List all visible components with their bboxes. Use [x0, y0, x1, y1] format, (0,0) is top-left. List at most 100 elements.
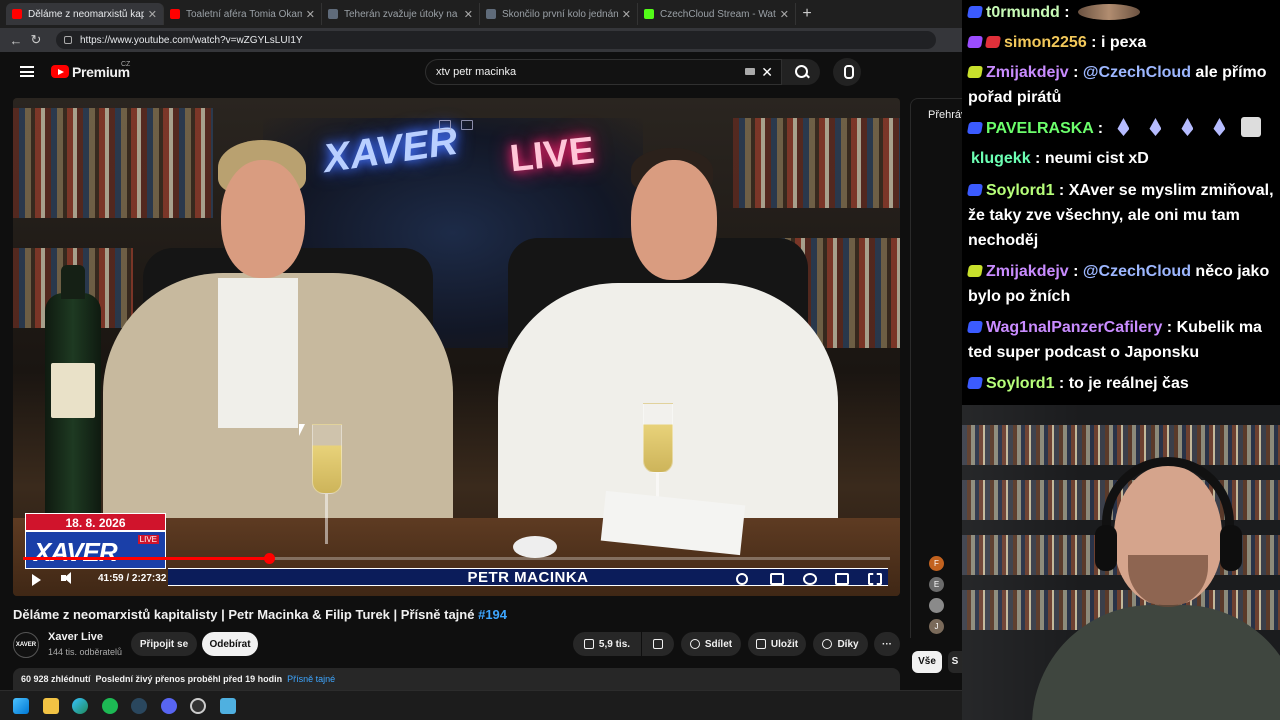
chat-username[interactable]: simon2256: [1004, 34, 1087, 51]
cast-icon[interactable]: [461, 120, 473, 130]
search-input[interactable]: xtv petr macinka ✕: [425, 59, 782, 85]
commenter-avatar[interactable]: J: [929, 619, 944, 634]
file-explorer-icon[interactable]: [43, 698, 59, 714]
mute-emote-icon: [1241, 117, 1262, 137]
url-field[interactable]: https://www.youtube.com/watch?v=wZGYLsLU…: [56, 31, 936, 49]
subtitles-icon[interactable]: [770, 573, 784, 585]
dollar-heart-icon: [822, 639, 833, 649]
theater-mode-icon[interactable]: [835, 573, 849, 585]
subscriber-count: 144 tis. odběratelů: [48, 647, 123, 657]
address-bar-row: ← ↻ https://www.youtube.com/watch?v=wZGY…: [0, 28, 962, 52]
stream-chat: t0rmundd : simon2256 : i pexa Zmijakdejv…: [962, 0, 1280, 405]
channel-name[interactable]: Xaver Live: [48, 631, 103, 643]
browser-tab[interactable]: Skončilo první kolo jednání minist ✕: [480, 3, 638, 25]
thumbs-down-icon: [653, 639, 663, 649]
miniplayer-icon[interactable]: [439, 120, 451, 130]
show-logo: XAVER LIVE: [25, 531, 166, 569]
play-icon[interactable]: [32, 574, 41, 586]
spotify-icon[interactable]: [102, 698, 118, 714]
chat-username[interactable]: t0rmundd: [986, 4, 1060, 21]
close-tab-icon[interactable]: ✕: [464, 8, 473, 21]
edge-browser-icon[interactable]: [72, 698, 88, 714]
join-button[interactable]: Připojit se: [131, 632, 197, 656]
browser-tab[interactable]: Toaletní aféra Tomia Okamury. Co ✕: [164, 3, 322, 25]
chat-username[interactable]: klugekk: [971, 150, 1031, 167]
autoplay-toggle-icon[interactable]: [736, 573, 748, 585]
chat-mention: @CzechCloud: [1082, 263, 1191, 280]
date-banner: 18. 8. 2026: [25, 513, 166, 531]
commenter-avatar[interactable]: E: [929, 577, 944, 592]
close-tab-icon[interactable]: ✕: [306, 8, 315, 21]
chat-mention: @CzechCloud: [1082, 64, 1191, 81]
video-player[interactable]: XAVER LIVE 18. 8. 2026 XAVER LIVE PETR M…: [13, 98, 900, 596]
commenter-avatar[interactable]: F: [929, 556, 944, 571]
user-badge-icon: [966, 122, 984, 134]
back-arrow-icon[interactable]: ←: [6, 33, 26, 48]
chat-username[interactable]: Zmijakdejv: [986, 263, 1069, 280]
commenter-avatar[interactable]: [929, 598, 944, 613]
chat-username[interactable]: Zmijakdejv: [986, 64, 1069, 81]
settings-gear-icon[interactable]: [803, 573, 817, 585]
bookmark-icon: [755, 639, 766, 649]
discord-icon[interactable]: [161, 698, 177, 714]
subscribe-button[interactable]: Odebírat: [202, 632, 258, 656]
region-code: CZ: [121, 61, 131, 68]
browser-tab[interactable]: CzechCloud Stream - Watch Live o ✕: [638, 3, 796, 25]
fullscreen-icon[interactable]: [868, 573, 882, 585]
keyboard-icon[interactable]: [745, 68, 755, 75]
user-badge-icon: [966, 66, 984, 78]
drop-emote-icon: [1117, 118, 1130, 136]
progress-bar[interactable]: [23, 553, 890, 564]
chat-message: Zmijakdejv : @CzechCloud něco jako bylo …: [966, 263, 1270, 305]
new-tab-icon[interactable]: +: [796, 5, 818, 23]
kick-favicon-icon: [644, 9, 654, 19]
share-button[interactable]: Sdílet: [681, 632, 741, 656]
youtube-favicon-icon: [170, 9, 180, 19]
tab-title: Toaletní aféra Tomia Okamury. Co: [186, 8, 302, 20]
microphone-icon[interactable]: [833, 58, 861, 86]
site-info-icon[interactable]: [64, 36, 72, 44]
notepad-icon[interactable]: [220, 698, 236, 714]
description-box[interactable]: 60 928 zhlédnutí Poslední živý přenos pr…: [13, 668, 900, 690]
headphones-icon: [1102, 457, 1234, 547]
video-hashtag[interactable]: #194: [478, 607, 507, 622]
playlist-label[interactable]: Přehráv: [928, 109, 967, 121]
chat-username[interactable]: Soylord1: [986, 375, 1054, 392]
chat-message: simon2256 : i pexa: [966, 30, 1274, 55]
menu-icon[interactable]: [20, 66, 34, 77]
chat-username[interactable]: PAVELRASKA: [986, 120, 1093, 137]
clear-search-icon[interactable]: ✕: [761, 64, 773, 81]
reload-icon[interactable]: ↻: [26, 32, 46, 48]
volume-icon[interactable]: [61, 572, 71, 584]
obs-icon[interactable]: [190, 698, 206, 714]
drop-emote-icon: [1149, 118, 1162, 136]
filter-chip-all[interactable]: Vše: [912, 651, 942, 673]
save-button[interactable]: Uložit: [748, 632, 806, 656]
close-tab-icon[interactable]: ✕: [622, 8, 631, 21]
chat-message: PAVELRASKA :: [966, 116, 1274, 141]
chat-message: Zmijakdejv : @CzechCloud ale přímo pořad…: [966, 64, 1267, 106]
chat-username[interactable]: Soylord1: [986, 182, 1054, 199]
chat-username[interactable]: Wag1nalPanzerCafilery: [986, 319, 1162, 336]
browser-tab[interactable]: Teherán zvažuje útoky na vojensk ✕: [322, 3, 480, 25]
browser-tab[interactable]: Děláme z neomarxistů kapitalisty | Petr …: [6, 3, 164, 25]
url-text: https://www.youtube.com/watch?v=wZGYLsLU…: [80, 34, 303, 46]
dislike-button[interactable]: [642, 632, 674, 656]
thanks-button[interactable]: Díky: [813, 632, 868, 656]
like-button[interactable]: 5,9 tis.: [573, 632, 641, 656]
channel-avatar[interactable]: XAVER: [13, 632, 39, 658]
more-dots-icon: ···: [882, 638, 892, 650]
search-icon[interactable]: [782, 59, 820, 85]
chat-message: t0rmundd :: [966, 0, 1274, 25]
steam-icon[interactable]: [131, 698, 147, 714]
chat-message: Wag1nalPanzerCafilery : Kubelik ma ted s…: [966, 319, 1262, 361]
close-tab-icon[interactable]: ✕: [780, 8, 789, 21]
show-logo-live-tag: LIVE: [137, 535, 159, 544]
description-tag-link[interactable]: Přísně tajné: [287, 674, 335, 684]
more-actions-button[interactable]: ···: [874, 632, 900, 656]
save-label: Uložit: [770, 638, 799, 650]
youtube-logo-icon[interactable]: [51, 65, 69, 78]
close-tab-icon[interactable]: ✕: [148, 8, 157, 21]
windows-start-icon[interactable]: [13, 698, 29, 714]
filter-chip-next[interactable]: S: [948, 651, 962, 673]
